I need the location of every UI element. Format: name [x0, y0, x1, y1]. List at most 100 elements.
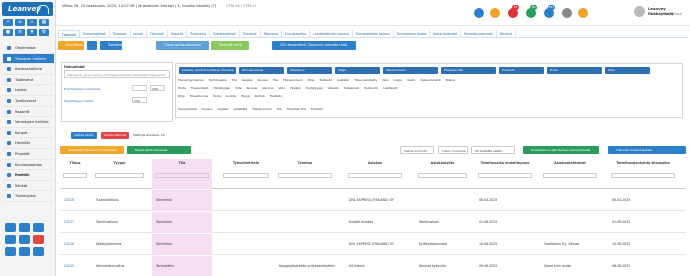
table-row[interactable]: 22015 Irtimiskikunnoitus Tarkastettu Kauppo…: [60, 256, 686, 276]
sidebar-item[interactable]: Varastojen hallinta: [3, 117, 54, 128]
column-header[interactable]: Asiakkaisilta: [415, 161, 470, 165]
column-header[interactable]: Tilaus: [60, 161, 90, 165]
due-input[interactable]: 250: [132, 97, 147, 103]
grid-icon[interactable]: ▦: [39, 19, 49, 26]
column-filter-input[interactable]: [348, 173, 402, 178]
table-row[interactable]: 22018 Tuotantotilaus Toimitettu DHL EXPRESS…: [60, 190, 686, 211]
column-option[interactable]: Asiakas: [218, 107, 229, 111]
keyword-input[interactable]: Hakusana, jonka avulla voit hakea tilauk…: [64, 70, 170, 78]
column-option[interactable]: Tila: [232, 78, 237, 82]
sidebar-item[interactable]: Henkilöt: [3, 138, 54, 149]
delivery-settings-button[interactable]: Asetukset tilausten toimitukseen: [60, 146, 124, 154]
csv-export-button[interactable]: CSV ekspertöinti (Tarjonnut samaata rivi…: [272, 41, 356, 50]
column-option[interactable]: Tuotetyyppi: [306, 86, 323, 90]
tab[interactable]: Raportit: [168, 30, 188, 37]
clear-selection-button[interactable]: Poista valinnat: [101, 132, 130, 139]
column-option[interactable]: Ohje: [308, 78, 315, 82]
logo[interactable]: Leanvey: [2, 2, 53, 16]
tab[interactable]: Toimipisteen tiedot: [394, 30, 431, 37]
sidebar-item[interactable]: Projektit: [3, 170, 54, 181]
column-chip[interactable]: Asiakas, luokitus tyotilaus, tilauksia: [179, 67, 236, 74]
column-option[interactable]: Tilausnumero: [283, 78, 303, 82]
column-header[interactable]: Tila: [152, 161, 212, 165]
column-header[interactable]: Työvaiheittain: [220, 161, 272, 165]
tasks-button[interactable]: Tehtävät esillä: [211, 41, 249, 50]
column-option[interactable]: Tilausmyyntiarvio: [178, 78, 204, 82]
warning-icon[interactable]: [578, 8, 588, 18]
tab[interactable]: Kaikki tiedostot: [430, 30, 462, 37]
column-option[interactable]: Luokka: [226, 94, 236, 98]
selected-products[interactable]: 23 tuotetta valittu: [471, 146, 515, 154]
help-circle-icon[interactable]: [562, 8, 572, 18]
mail-icon[interactable]: [5, 223, 16, 232]
show-all-button[interactable]: Näytä kaikki tilaukset: [127, 146, 191, 154]
column-chip[interactable]: Tuotanto: [499, 67, 544, 74]
column-option[interactable]: Toimitusaika: [209, 78, 227, 82]
search-icon[interactable]: ⌕: [27, 19, 37, 26]
star-icon[interactable]: ★: [27, 29, 37, 36]
calendar-icon[interactable]: [19, 223, 30, 232]
column-filter-input[interactable]: [63, 173, 87, 178]
column-option[interactable]: Kuvaus: [247, 86, 257, 90]
sidebar-item[interactable]: Kaupat: [3, 128, 54, 139]
column-option[interactable]: Yksikkö: [290, 86, 301, 90]
column-filter-input[interactable]: [611, 173, 675, 178]
sidebar-item[interactable]: Raportit: [3, 107, 54, 118]
column-option[interactable]: Tuotekoodi: [344, 86, 360, 90]
column-option[interactable]: Tuotanto: [319, 78, 332, 82]
column-header[interactable]: Asiakas: [345, 161, 405, 165]
column-option[interactable]: Tuotenimi: [364, 86, 378, 90]
column-header[interactable]: Toimitusaika muistiinpano: [475, 161, 535, 165]
column-filter-input[interactable]: [478, 173, 532, 178]
column-option[interactable]: Status: [446, 78, 455, 82]
column-option[interactable]: Lisätieto: [337, 78, 349, 82]
tab[interactable]: Ennustepohja: [282, 30, 311, 37]
column-option[interactable]: Ryhmä: [255, 94, 265, 98]
column-option[interactable]: Vastuuhenkilö: [420, 78, 440, 82]
column-option[interactable]: Tiedosto: [270, 94, 282, 98]
column-option[interactable]: Alennus: [262, 86, 274, 90]
column-option[interactable]: Hintatyyppi: [213, 86, 230, 90]
tab[interactable]: Tilaukset: [147, 30, 168, 37]
sidebar-item[interactable]: Sähköt: [3, 181, 54, 192]
column-filter-input[interactable]: [278, 173, 332, 178]
column-filter-input[interactable]: [95, 173, 144, 178]
column-option[interactable]: Hinta: [178, 86, 186, 90]
order-edit-select[interactable]: Tilaus muokkaa: [438, 146, 468, 154]
production-periods-button[interactable]: Tilausten tuotantojaksot: [608, 146, 686, 154]
cell-id[interactable]: 22018: [64, 198, 74, 202]
back-icon[interactable]: «: [3, 19, 13, 26]
column-option[interactable]: Tila: [277, 107, 282, 111]
info-icon[interactable]: [19, 247, 30, 256]
chat-icon[interactable]: [33, 223, 44, 232]
document-icon[interactable]: [19, 235, 30, 244]
tab[interactable]: Tilaukset: [58, 30, 80, 37]
select-all-button[interactable]: Valitse kaikki: [71, 132, 97, 139]
tab[interactable]: Palaverot: [261, 30, 282, 37]
power-icon[interactable]: [33, 247, 44, 256]
sidebar-item[interactable]: Asiakashallinta: [3, 64, 54, 75]
help-icon[interactable]: [5, 247, 16, 256]
home-icon[interactable]: ⌂: [15, 19, 25, 26]
sidebar-item[interactable]: Tyotilavarat: [3, 96, 54, 107]
column-chip[interactable]: Tilauksen tila: [441, 67, 496, 74]
refresh-button[interactable]: [87, 41, 97, 50]
column-filter-input[interactable]: [418, 173, 467, 178]
cell-id[interactable]: 22016: [64, 242, 74, 246]
tab[interactable]: Lainsäädännön kanava: [310, 30, 353, 37]
avatar[interactable]: [634, 6, 645, 17]
bell-icon[interactable]: [490, 8, 500, 18]
column-filter-input[interactable]: [223, 173, 269, 178]
tab[interactable]: Jaksot: [131, 30, 147, 37]
production-update-button[interactable]: Tuotantorivin päivityksen toimenpiteitä: [523, 146, 599, 154]
sidebar-item[interactable]: Projektit: [3, 149, 54, 160]
tab[interactable]: Tilaukset: [240, 30, 261, 37]
column-header[interactable]: Asiakaskohtaiset: [540, 161, 600, 165]
tab[interactable]: Tuloksetut: [187, 30, 210, 37]
new-order-button[interactable]: Uusi tilaus: [58, 41, 84, 50]
column-option[interactable]: Viite: [235, 86, 241, 90]
value-a-input[interactable]: 200: [150, 85, 165, 91]
sidebar-item[interactable]: Ohjelmistot: [3, 43, 54, 54]
column-header[interactable]: Tyyppi: [92, 161, 147, 165]
column-filter-input[interactable]: [543, 173, 597, 178]
